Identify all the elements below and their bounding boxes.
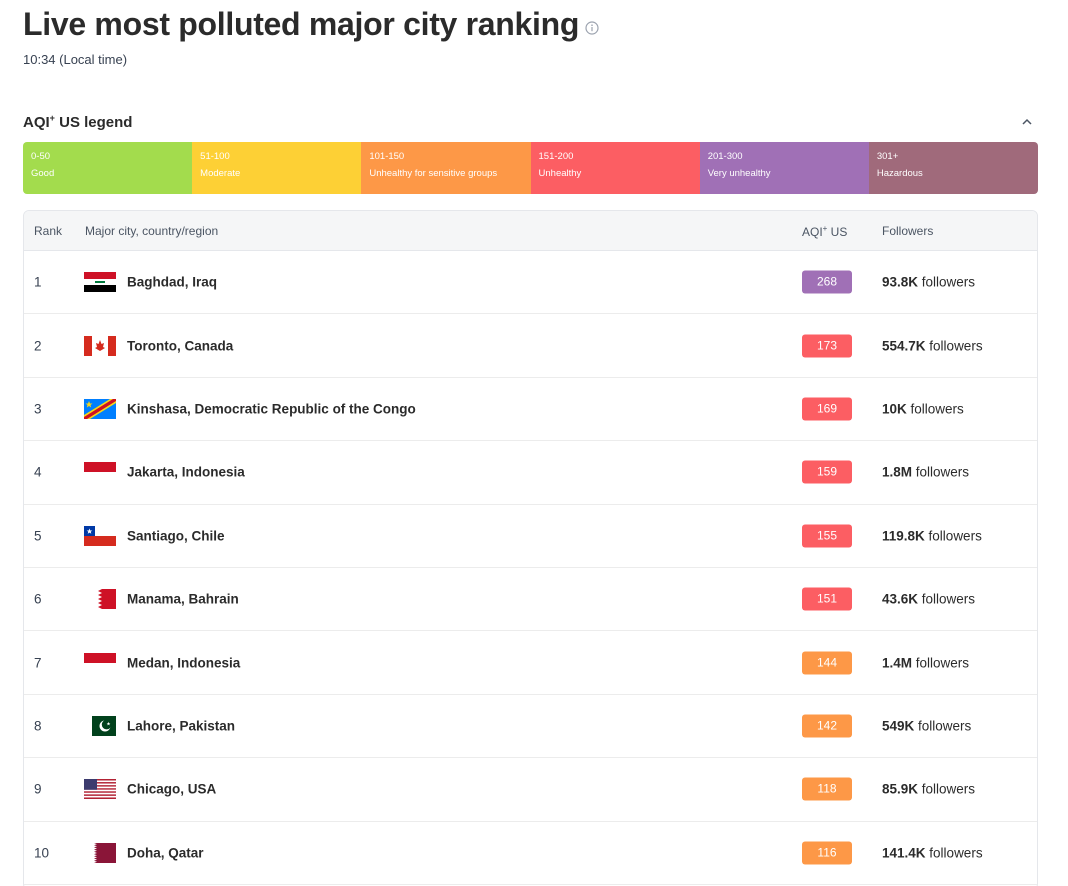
followers-cell: 10K followers <box>882 401 964 417</box>
table-header: Rank Major city, country/region AQI+ US … <box>24 211 1037 251</box>
legend-label: Hazardous <box>876 168 923 179</box>
legend-segment: 0-50 Good <box>23 142 193 194</box>
table-row[interactable]: 4 Jakarta, Indonesia 159 1.8M followers <box>24 441 1037 505</box>
rank-cell: 9 <box>34 781 42 797</box>
ranking-table: Rank Major city, country/region AQI+ US … <box>23 210 1038 886</box>
table-body: 1 Baghdad, Iraq 268 93.8K followers 2 Toronto… <box>24 251 1037 885</box>
rank-cell: 4 <box>34 464 42 480</box>
city-link[interactable]: Medan, Indonesia <box>127 655 240 670</box>
city-link[interactable]: Doha, Qatar <box>127 845 204 860</box>
table-row[interactable]: 10 Doha, Qatar 116 141.4K followers <box>24 822 1037 885</box>
rank-cell: 5 <box>34 528 42 544</box>
legend-segment: 51-100 Moderate <box>192 142 362 194</box>
iraq-flag-icon <box>84 272 116 293</box>
legend-range: 101-150 <box>369 151 405 162</box>
table-row[interactable]: 5 Santiago, Chile 155 119.8K followers <box>24 505 1037 568</box>
city-link[interactable]: Lahore, Pakistan <box>127 718 235 733</box>
table-row[interactable]: 2 Toronto, Canada 173 554.7K followers <box>24 314 1037 378</box>
aqi-badge: 155 <box>802 524 852 548</box>
followers-cell: 549K followers <box>882 718 972 734</box>
aqi-badge: 118 <box>802 777 852 801</box>
table-row[interactable]: 7 Medan, Indonesia 144 1.4M followers <box>24 631 1037 695</box>
legend-label: Unhealthy for sensitive groups <box>369 168 498 179</box>
followers-cell: 93.8K followers <box>882 274 976 290</box>
rank-cell: 10 <box>34 845 50 861</box>
aqi-badge: 268 <box>802 270 852 294</box>
legend-range: 0-50 <box>31 151 51 162</box>
legend-segment: 201-300 Very unhealthy <box>699 142 869 194</box>
aqi-legend-bar: 0-50 Good 51-100 Moderate 101-150 Unhealthy f… <box>23 142 1038 194</box>
title-row: Live most polluted major city ranking <box>23 6 599 43</box>
usa-flag-icon <box>84 779 116 800</box>
table-row[interactable]: 1 Baghdad, Iraq 268 93.8K followers <box>24 251 1037 315</box>
city-link[interactable]: Jakarta, Indonesia <box>127 465 245 480</box>
legend-range: 301+ <box>876 151 899 162</box>
table-row[interactable]: 8 Lahore, Pakistan 142 549K followers <box>24 695 1037 759</box>
rank-cell: 6 <box>34 591 42 607</box>
rank-cell: 3 <box>34 401 42 417</box>
aqi-badge: 159 <box>802 460 852 484</box>
followers-cell: 43.6K followers <box>882 591 976 607</box>
indonesia-flag-icon <box>84 462 116 483</box>
city-link[interactable]: Baghdad, Iraq <box>127 275 217 290</box>
legend-label: Unhealthy <box>538 168 582 179</box>
bahrain-flag-icon <box>84 589 116 610</box>
followers-cell: 85.9K followers <box>882 781 976 797</box>
rank-cell: 8 <box>34 718 42 734</box>
legend-segment: 151-200 Unhealthy <box>530 142 700 194</box>
rank-cell: 7 <box>34 655 42 671</box>
legend-range: 201-300 <box>707 151 743 162</box>
aqi-badge: 151 <box>802 587 852 611</box>
header-aqi: AQI+ US <box>802 224 848 239</box>
header-city: Major city, country/region <box>85 224 219 238</box>
chile-flag-icon <box>84 525 116 546</box>
canada-flag-icon <box>84 335 116 356</box>
chevron-up-icon[interactable] <box>1020 115 1034 129</box>
city-link[interactable]: Santiago, Chile <box>127 528 225 543</box>
legend-segment: 101-150 Unhealthy for sensitive groups <box>361 142 531 194</box>
legend-range: 151-200 <box>538 151 574 162</box>
indonesia-flag-icon <box>84 652 116 673</box>
followers-cell: 554.7K followers <box>882 338 983 354</box>
legend-range: 51-100 <box>200 151 230 162</box>
legend-header[interactable]: AQI+ US legend <box>23 113 1038 133</box>
pakistan-flag-icon <box>84 715 116 736</box>
city-link[interactable]: Toronto, Canada <box>127 338 233 353</box>
aqi-badge: 173 <box>802 334 852 358</box>
aqi-badge: 144 <box>802 651 852 675</box>
qatar-flag-icon <box>84 842 116 863</box>
followers-cell: 1.4M followers <box>882 655 970 671</box>
aqi-badge: 116 <box>802 841 852 865</box>
local-time: 10:34 (Local time) <box>23 52 128 67</box>
followers-cell: 141.4K followers <box>882 845 983 861</box>
header-rank: Rank <box>34 224 63 238</box>
drc-flag-icon <box>84 398 116 419</box>
city-link[interactable]: Manama, Bahrain <box>127 592 239 607</box>
table-row[interactable]: 9 Chicago, USA 118 85.9K followers <box>24 758 1037 822</box>
legend-segment: 301+ Hazardous <box>868 142 1038 194</box>
page-title: Live most polluted major city ranking <box>23 6 580 42</box>
aqi-badge: 142 <box>802 714 852 738</box>
rank-cell: 2 <box>34 338 42 354</box>
aqi-badge: 169 <box>802 397 852 421</box>
legend-label: Very unhealthy <box>707 168 771 179</box>
followers-cell: 1.8M followers <box>882 464 970 480</box>
city-link[interactable]: Kinshasa, Democratic Republic of the Con… <box>127 401 416 416</box>
followers-cell: 119.8K followers <box>882 528 982 544</box>
legend-label: Good <box>31 168 55 179</box>
header-followers: Followers <box>882 224 934 238</box>
legend-label: Moderate <box>200 168 241 179</box>
city-link[interactable]: Chicago, USA <box>127 782 216 797</box>
table-row[interactable]: 6 Manama, Bahrain 151 43.6K followers <box>24 568 1037 632</box>
table-row[interactable]: 3 Kinshasa, Democratic Republic of the Co… <box>24 378 1037 442</box>
rank-cell: 1 <box>34 274 42 290</box>
legend-title: AQI+ US legend <box>23 113 133 131</box>
info-icon[interactable] <box>585 20 599 35</box>
